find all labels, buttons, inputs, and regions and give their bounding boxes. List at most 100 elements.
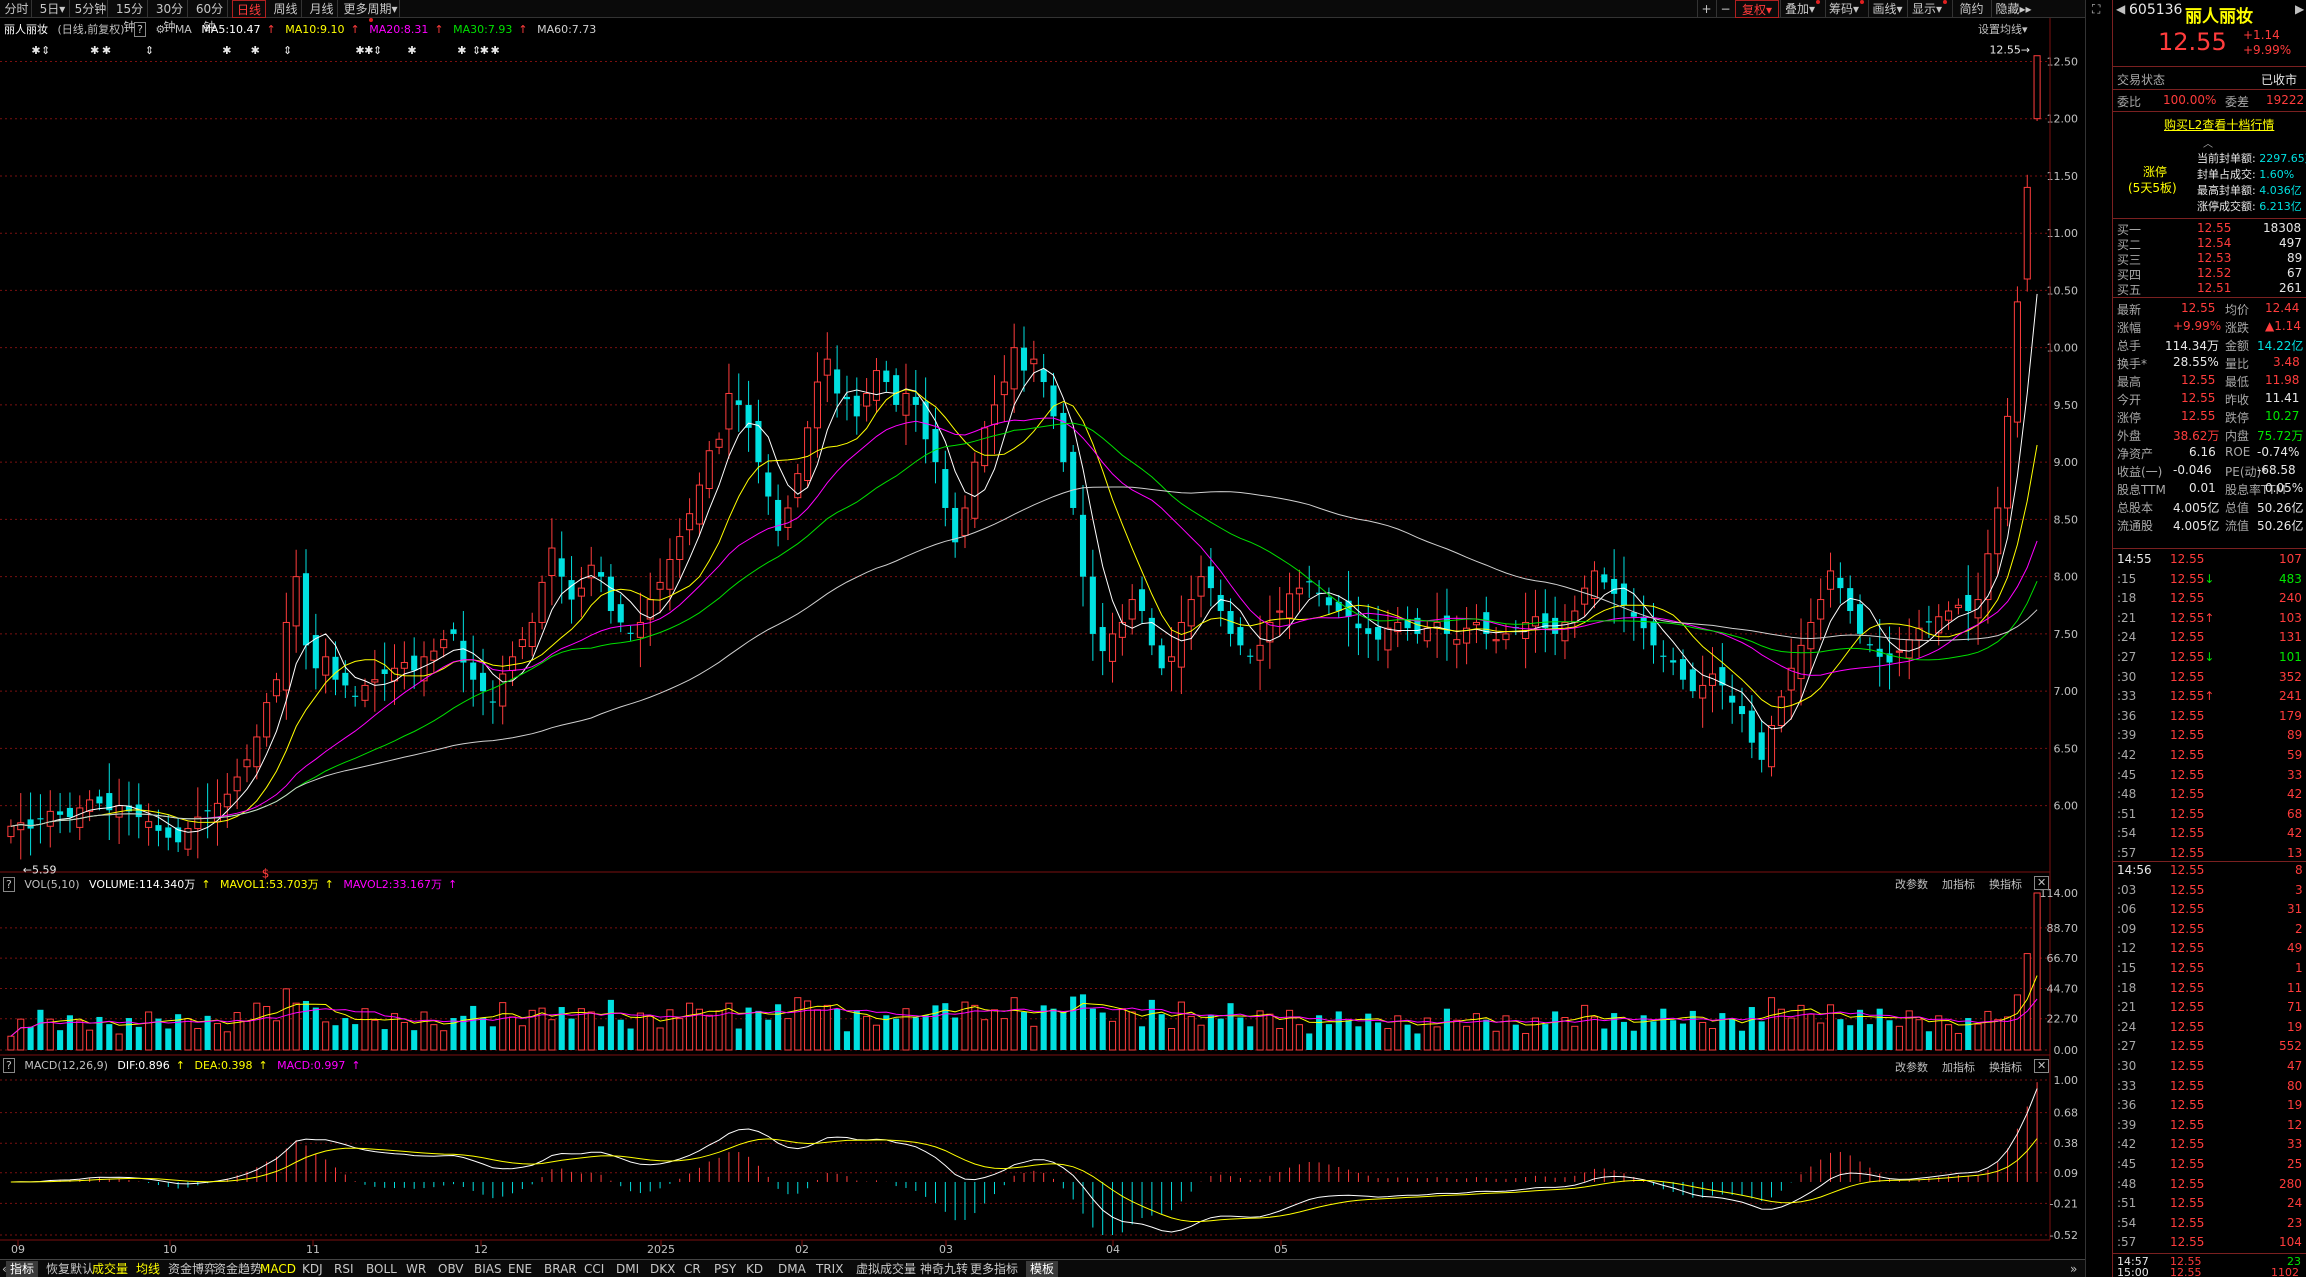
x-tick-label: 03 — [939, 1243, 953, 1256]
candle-body — [1000, 381, 1008, 396]
indicator-tab-20[interactable]: KD — [746, 1261, 763, 1277]
indicator-tab-17[interactable]: DKX — [650, 1261, 675, 1277]
volume-bar — [76, 1020, 84, 1051]
candle-body — [1070, 451, 1077, 508]
indicator-tab-22[interactable]: TRIX — [816, 1261, 843, 1277]
volume-bar — [243, 1020, 251, 1051]
scroll-right-icon[interactable]: » — [2070, 1261, 2077, 1277]
candle-body — [302, 573, 310, 646]
indicator-tab-1[interactable]: 恢复默认 — [46, 1261, 94, 1277]
vol-add-indicator-button[interactable]: 加指标 — [1942, 876, 1975, 892]
bid-row: 买四 12.52 67 — [2117, 266, 2303, 282]
indicator-tab-12[interactable]: BIAS — [474, 1261, 502, 1277]
candle-body — [400, 662, 408, 669]
candle-body — [322, 656, 330, 676]
candle-body — [1010, 347, 1018, 390]
candle-body — [1217, 594, 1224, 612]
indicator-tab-5[interactable]: 资金趋势 — [214, 1261, 262, 1277]
volume-bar — [272, 1020, 281, 1051]
volume-bar — [1177, 1001, 1185, 1051]
candle-body — [460, 640, 467, 663]
prev-stock-icon[interactable]: ◀ — [2116, 2, 2125, 16]
volume-bar — [646, 1015, 654, 1051]
indicator-tab-25[interactable]: 更多指标 — [970, 1261, 1018, 1277]
candle-body — [1207, 566, 1214, 589]
indicator-tab-8[interactable]: RSI — [334, 1261, 354, 1277]
tick-row: 14:56 12.55 8 — [2117, 863, 2303, 877]
volume-bar — [361, 1008, 369, 1051]
indicator-tab-3[interactable]: 均线 — [136, 1261, 160, 1277]
indicator-tab-16[interactable]: DMI — [616, 1261, 639, 1277]
indicator-tab-21[interactable]: DMA — [778, 1261, 806, 1277]
indicator-tab-10[interactable]: WR — [406, 1261, 426, 1277]
price-tick-label: 10.00 — [2047, 342, 2079, 355]
x-tick-label: 05 — [1274, 1243, 1288, 1256]
volume-bar — [853, 1010, 860, 1050]
next-stock-icon[interactable]: ▶ — [2295, 2, 2304, 16]
volume-bar — [411, 1030, 418, 1050]
volume-bar — [1443, 1008, 1450, 1050]
close-icon[interactable]: ✕ — [2034, 1059, 2050, 1073]
candle-body — [282, 621, 290, 691]
indicator-tab-7[interactable]: KDJ — [302, 1261, 323, 1277]
indicator-tab-24[interactable]: 神奇九转 — [920, 1261, 968, 1277]
volume-bar — [194, 1028, 202, 1051]
window-icon[interactable]: ⛶ — [2092, 2, 2100, 17]
indicator-tab-26[interactable]: 模板 — [1026, 1261, 1059, 1277]
volume-bar — [823, 1004, 831, 1051]
volume-bar — [872, 1024, 881, 1051]
indicator-tab-11[interactable]: OBV — [438, 1261, 464, 1277]
indicator-tab-13[interactable]: ENE — [508, 1261, 532, 1277]
close-icon[interactable]: ✕ — [2034, 876, 2050, 890]
buy-l2-link[interactable]: 购买L2查看十档行情 — [2164, 116, 2274, 133]
volume-bar — [1060, 1011, 1067, 1050]
volume-bar — [253, 1002, 261, 1051]
candle-body — [450, 629, 457, 634]
indicator-tab-18[interactable]: CR — [684, 1261, 701, 1277]
tick-row: :30 12.55 47 — [2117, 1059, 2303, 1073]
volume-tick-label: 0.00 — [2054, 1044, 2079, 1057]
indicator-tab-14[interactable]: BRAR — [544, 1261, 577, 1277]
candle-body — [1177, 621, 1185, 668]
candle-body — [804, 427, 812, 481]
vol-swap-indicator-button[interactable]: 换指标 — [1989, 876, 2022, 892]
macd-change-params-button[interactable]: 改参数 — [1895, 1059, 1928, 1075]
candle-body — [1167, 656, 1176, 662]
volume-bar — [1531, 1017, 1540, 1051]
volume-tick-label: 22.70 — [2047, 1013, 2079, 1026]
volume-bar — [725, 1002, 733, 1051]
candle-body — [902, 392, 910, 416]
tick-row: :09 12.55 2 — [2117, 921, 2303, 936]
help-icon[interactable]: ? — [3, 877, 15, 892]
tick-row: :57 12.55 13 — [2117, 846, 2303, 860]
info-marker: ✱ — [457, 44, 466, 57]
volume-bar — [1325, 1024, 1332, 1050]
candle-body — [548, 547, 556, 577]
volume-bar — [1020, 1011, 1028, 1050]
indicator-tab-15[interactable]: CCI — [584, 1261, 604, 1277]
volume-bar — [1453, 1019, 1461, 1051]
volume-bar — [1866, 1024, 1873, 1050]
indicator-tab-0[interactable]: 指标 — [6, 1261, 39, 1277]
volume-bar — [1512, 1024, 1519, 1050]
indicator-tab-23[interactable]: 虚拟成交量 — [856, 1261, 916, 1277]
macd-add-indicator-button[interactable]: 加指标 — [1942, 1059, 1975, 1075]
up-arrow-icon: ↑ — [258, 1059, 268, 1072]
help-icon[interactable]: ? — [3, 1058, 15, 1073]
chart-scrollbar[interactable]: ⛶ — [2085, 0, 2112, 1277]
candle-body — [204, 810, 211, 812]
indicator-tab-6[interactable]: MACD — [260, 1261, 296, 1277]
indicator-tab-4[interactable]: 资金博弈 — [168, 1261, 216, 1277]
high-price-marker: 12.55→ — [1989, 44, 2030, 57]
indicator-tab-19[interactable]: PSY — [714, 1261, 736, 1277]
volume-bar — [1620, 1021, 1628, 1050]
vol-change-params-button[interactable]: 改参数 — [1895, 876, 1928, 892]
candle-body — [912, 396, 919, 405]
candle-body — [1905, 639, 1913, 659]
macd-swap-indicator-button[interactable]: 换指标 — [1989, 1059, 2022, 1075]
up-arrow-icon: ↑ — [324, 878, 334, 891]
tick-row: 15:00 12.55 1102 — [2117, 1265, 2299, 1277]
indicator-tab-2[interactable]: 成交量 — [92, 1261, 128, 1277]
indicator-tab-9[interactable]: BOLL — [366, 1261, 397, 1277]
info-marker: ✱ — [251, 44, 260, 57]
